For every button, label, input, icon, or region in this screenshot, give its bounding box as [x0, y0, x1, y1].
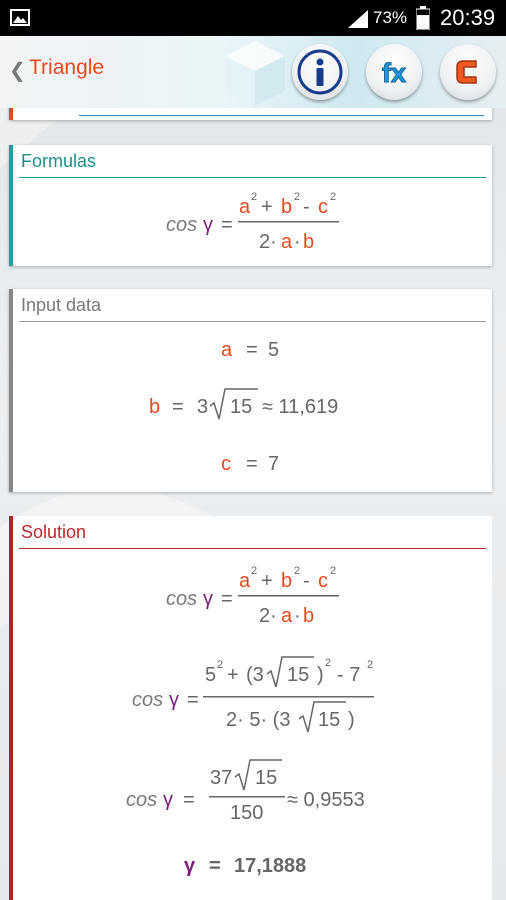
den-two: 2·: [259, 231, 277, 253]
step3-num-coef: 37: [210, 767, 232, 789]
background-cube-decoration: [225, 41, 285, 106]
input-data-card: Input data a = 5 b = 3 15 ≈ 11,619 c = 7: [9, 289, 492, 492]
result-value: 17,1888: [234, 855, 306, 877]
step2-radicand: 15: [287, 664, 309, 686]
input-c-name[interactable]: c: [221, 453, 231, 475]
step2-n3-exp: 2: [367, 659, 373, 671]
den-dot: ·: [294, 231, 301, 253]
step2-n2-exp: 2: [325, 657, 331, 669]
num-minus: -: [303, 196, 310, 218]
content-scroll-area[interactable]: Formulas cos γ = a 2 + b 2 - c 2 2· a · …: [0, 108, 506, 900]
fraction-bar: [238, 221, 339, 223]
step2-minus: - 7: [337, 664, 360, 686]
step1-eq: =: [221, 588, 233, 610]
input-a-name[interactable]: a: [221, 339, 233, 361]
signal-strength-icon: [348, 10, 368, 28]
calculator-button[interactable]: [440, 44, 496, 100]
den-a: a: [281, 231, 293, 253]
num-b: b: [281, 196, 292, 218]
step1-den-two: 2·: [259, 605, 277, 627]
battery-percentage: 73%: [373, 8, 408, 27]
input-b-radicand[interactable]: 15: [230, 396, 252, 418]
step1-den-dot: ·: [294, 605, 301, 627]
step1-fraction-bar: [238, 595, 339, 597]
card-accent-bar: [9, 108, 13, 120]
calculator-c-icon: [456, 60, 477, 84]
input-underline: [79, 115, 484, 116]
formula-lhs-gamma: γ: [203, 214, 213, 236]
step1-gamma: γ: [203, 588, 213, 610]
fx-label: fx: [382, 58, 406, 88]
input-b-coef[interactable]: 3: [197, 396, 208, 418]
step2-fraction-bar: [203, 696, 374, 698]
formulas-button[interactable]: fx: [366, 44, 422, 100]
num-c: c: [318, 196, 328, 218]
screen-title[interactable]: Triangle: [29, 56, 104, 80]
previous-card-partial: [9, 108, 492, 120]
input-b-name[interactable]: b: [149, 396, 160, 418]
formula-cos-gamma: cos γ = a 2 + b 2 - c 2 2· a · b: [166, 191, 339, 253]
formulas-card: Formulas cos γ = a 2 + b 2 - c 2 2· a · …: [9, 145, 492, 266]
info-icon: [297, 49, 343, 95]
gallery-notification-icon: [10, 9, 30, 26]
step1-plus: +: [261, 570, 273, 592]
input-c-eq: =: [246, 453, 258, 475]
step2-close: ): [317, 664, 324, 686]
input-a-value[interactable]: 5: [268, 339, 279, 361]
status-clock: 20:39: [440, 5, 496, 30]
back-chevron-icon[interactable]: ❮: [9, 58, 26, 83]
action-bar: ❮ Triangle fx: [0, 36, 506, 108]
step3-eq: =: [183, 789, 195, 811]
step2-open: (3: [246, 664, 264, 686]
step1-num-a-exp: 2: [251, 565, 257, 577]
step1-num-b-exp: 2: [294, 565, 300, 577]
solution-steps: cos γ = a 2 + b 2 - c 2 2· a · b cos γ =: [126, 565, 374, 877]
step3-fraction-bar: [209, 796, 285, 798]
step2-n1-exp: 2: [217, 659, 223, 671]
formula-eq: =: [221, 214, 233, 236]
step1-num-b: b: [281, 570, 292, 592]
step3-gamma: γ: [163, 789, 173, 811]
info-button[interactable]: [292, 44, 348, 100]
step2-den-close: ): [348, 709, 355, 731]
step3-cos: cos: [126, 789, 157, 811]
den-b: b: [303, 231, 314, 253]
step2-den-prefix: 2· 5· (3: [226, 709, 290, 731]
step2-plus: +: [227, 664, 239, 686]
step2-gamma: γ: [169, 689, 179, 711]
step2-eq: =: [187, 689, 199, 711]
battery-icon: [416, 6, 430, 30]
fx-icon: fx: [381, 58, 406, 89]
num-a: a: [239, 196, 251, 218]
formula-lhs-cos: cos: [166, 214, 197, 236]
status-bar: 73% 20:39: [0, 0, 506, 36]
step1-num-a: a: [239, 570, 251, 592]
num-b-exp: 2: [294, 191, 300, 203]
num-c-exp: 2: [330, 191, 336, 203]
input-b-approx: ≈ 11,619: [262, 396, 338, 418]
step1-den-a: a: [281, 605, 293, 627]
step1-cos: cos: [166, 588, 197, 610]
step1-minus: -: [303, 570, 310, 592]
result-gamma: γ: [184, 855, 196, 877]
step1-num-c-exp: 2: [330, 565, 336, 577]
step2-cos: cos: [132, 689, 163, 711]
solution-card: Solution cos γ = a 2 + b 2 - c 2 2· a · …: [9, 516, 492, 900]
num-plus: +: [261, 196, 273, 218]
step2-den-radicand: 15: [318, 709, 340, 731]
input-c-value[interactable]: 7: [268, 453, 279, 475]
step3-approx: ≈ 0,9553: [287, 789, 365, 811]
input-values: a = 5 b = 3 15 ≈ 11,619 c = 7: [149, 339, 338, 475]
step3-num-radicand: 15: [255, 767, 277, 789]
input-a-eq: =: [246, 339, 258, 361]
num-a-exp: 2: [251, 191, 257, 203]
step1-den-b: b: [303, 605, 314, 627]
step3-den: 150: [230, 802, 263, 824]
result-eq: =: [209, 855, 221, 877]
step2-n1: 5: [205, 664, 216, 686]
step1-num-c: c: [318, 570, 328, 592]
input-b-eq: =: [172, 396, 184, 418]
